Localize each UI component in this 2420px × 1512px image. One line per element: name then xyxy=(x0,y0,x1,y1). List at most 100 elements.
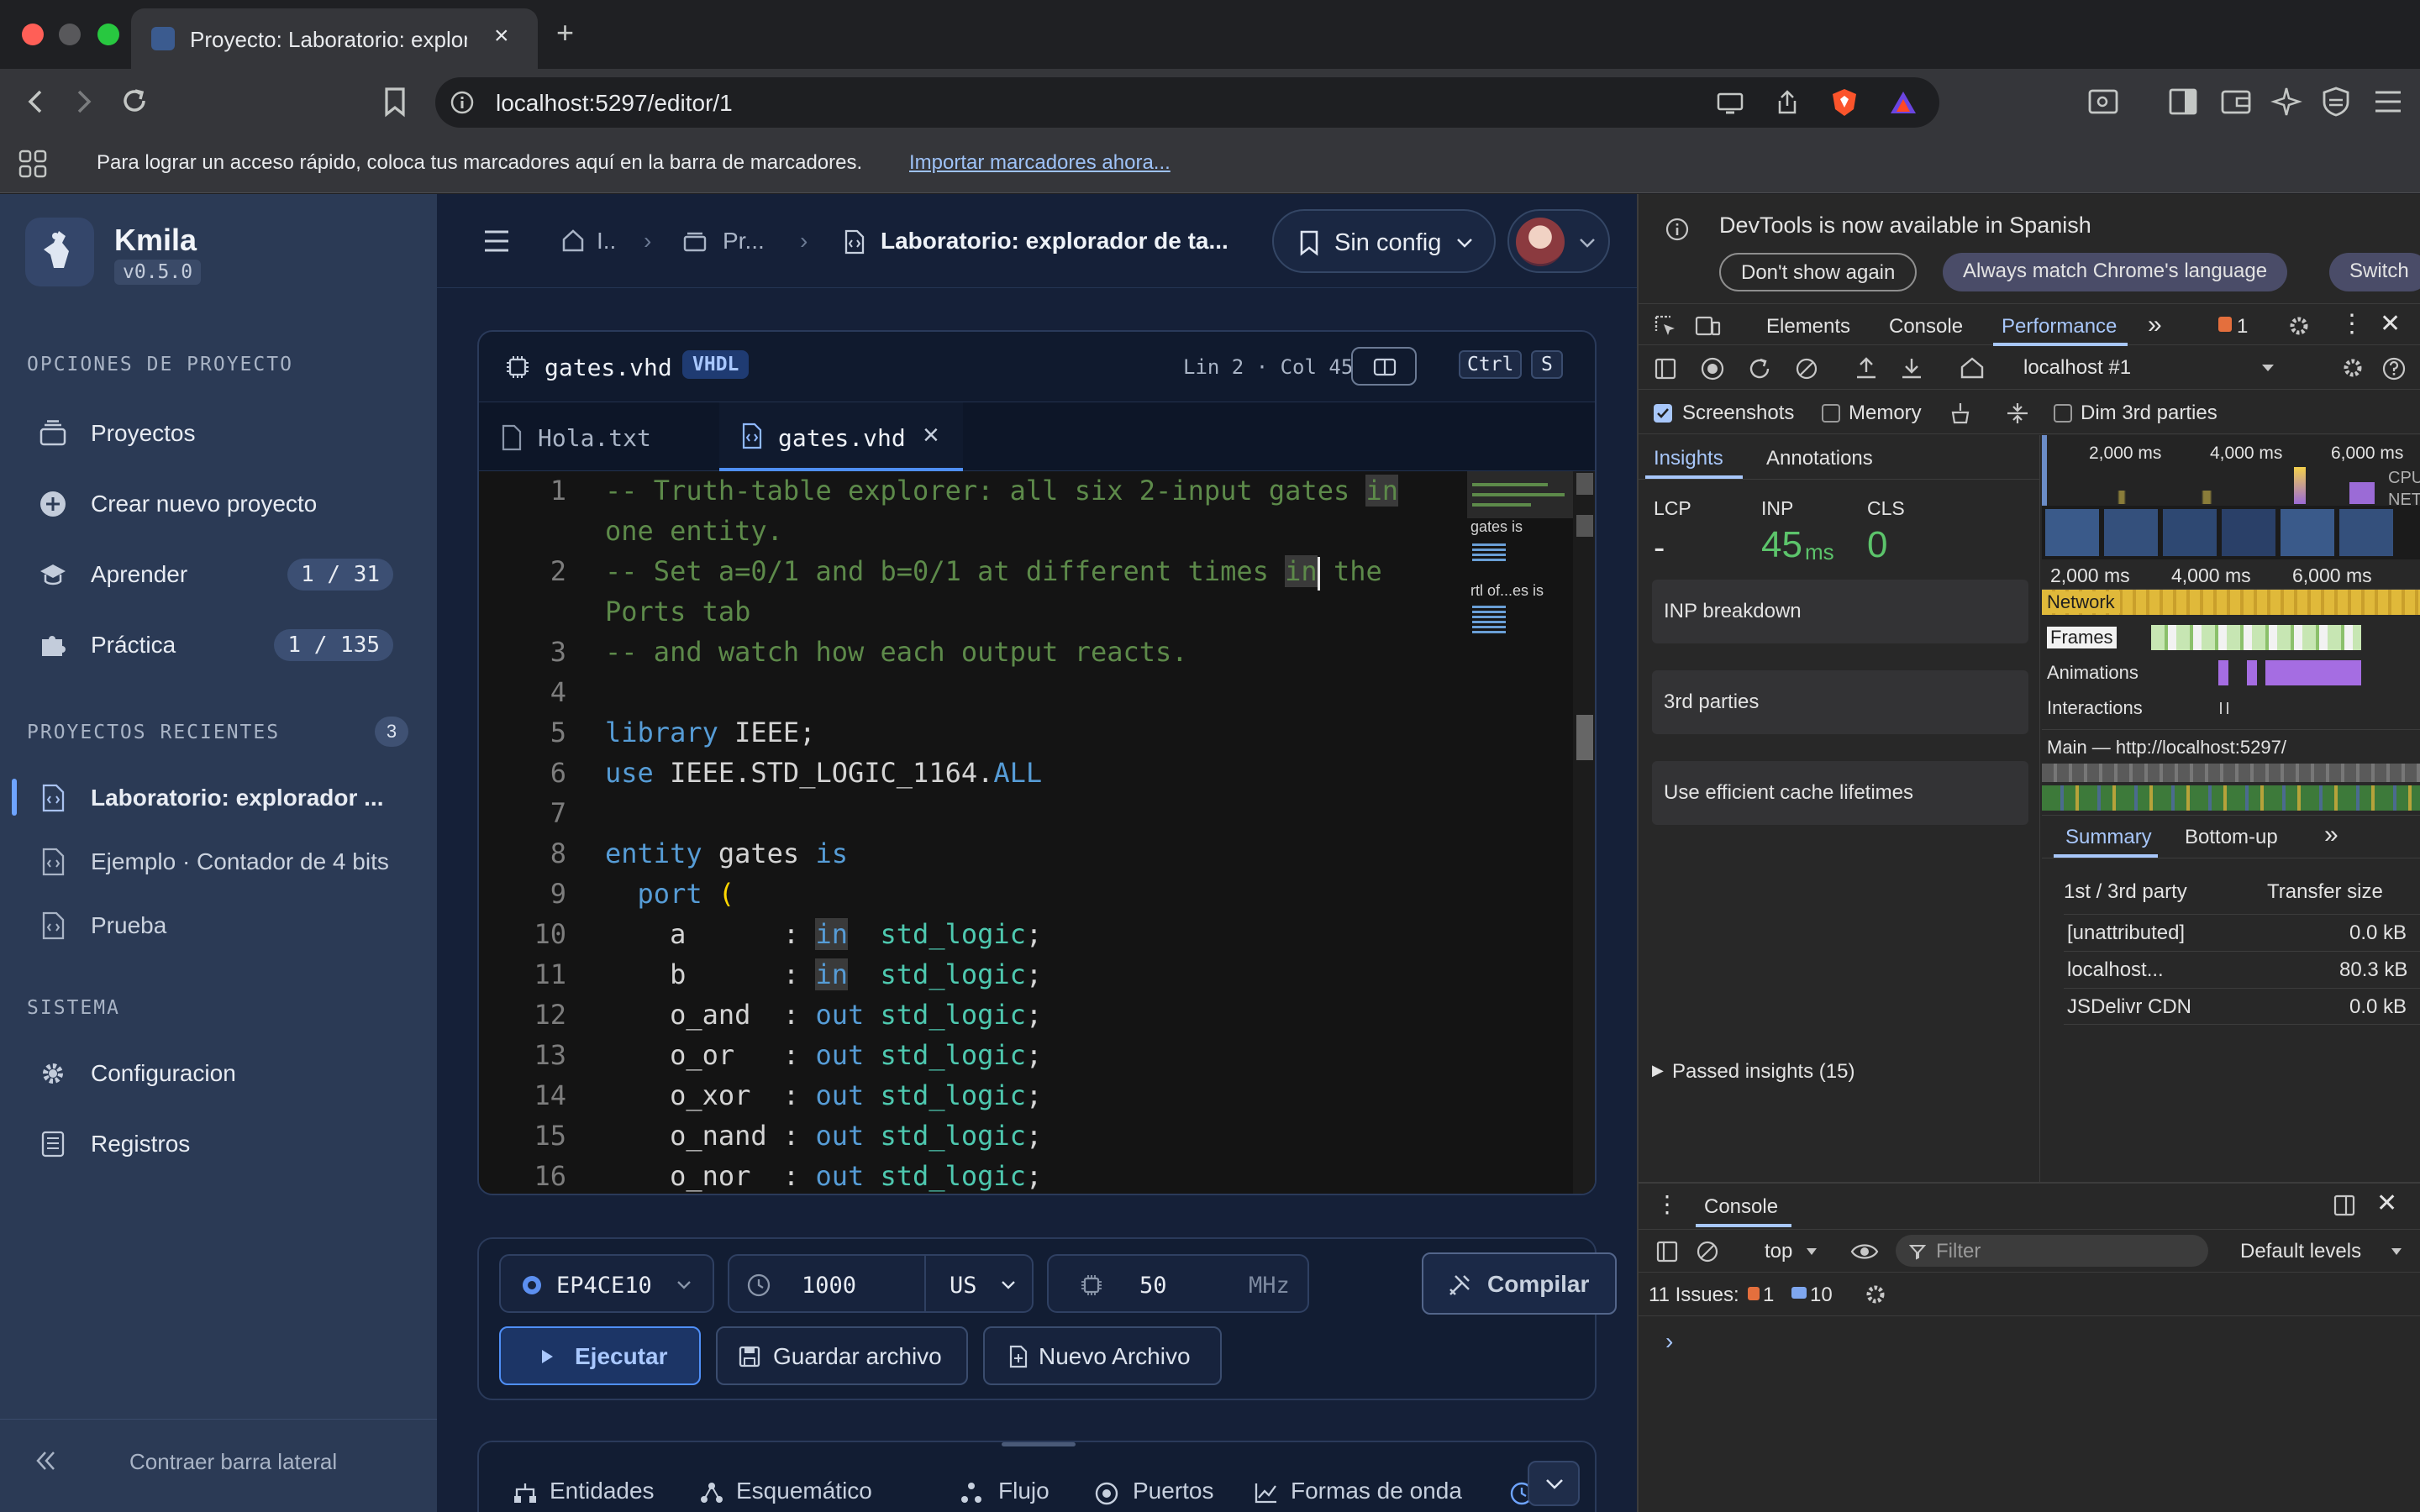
context-select[interactable]: top xyxy=(1765,1240,1792,1263)
tab-entidades[interactable]: Entidades xyxy=(550,1478,655,1504)
cast-icon[interactable] xyxy=(1716,91,1744,116)
clear-console-icon[interactable] xyxy=(1696,1240,1719,1263)
frequency-value[interactable]: 50 xyxy=(1139,1273,1167,1299)
device-select[interactable]: EP4CE10 xyxy=(499,1254,714,1313)
new-tab-button[interactable]: + xyxy=(556,15,574,50)
timeline-area[interactable]: 2,000 ms 4,000 ms 6,000 ms CPU NET 2,000… xyxy=(2042,435,2420,1275)
vpn-icon[interactable] xyxy=(2321,86,2351,118)
address-bar[interactable]: localhost:5297/editor/1 xyxy=(435,77,1939,128)
code-line[interactable]: a : in std_logic; xyxy=(605,918,1042,950)
tab-bottom-up[interactable]: Bottom-up xyxy=(2185,826,2278,849)
settings-gear-icon[interactable] xyxy=(2287,314,2311,338)
tab-flujo[interactable]: Flujo xyxy=(998,1478,1050,1504)
split-view-button[interactable] xyxy=(1351,347,1417,386)
tab-search-icon[interactable] xyxy=(2087,86,2119,118)
site-info-icon[interactable] xyxy=(450,91,474,114)
config-selector[interactable]: Sin config xyxy=(1272,209,1496,273)
upload-icon[interactable] xyxy=(1854,355,1879,381)
tab-annotations[interactable]: Annotations xyxy=(1766,447,1873,470)
dock-icon[interactable] xyxy=(2333,1194,2356,1217)
code-line[interactable]: o_nor : out std_logic; xyxy=(605,1160,1042,1192)
close-tab-icon[interactable]: × xyxy=(923,419,939,452)
code-line[interactable]: -- Truth-table explorer: all six 2-input… xyxy=(605,475,1399,507)
insight-cache-lifetimes[interactable]: Use efficient cache lifetimes xyxy=(1652,761,2028,825)
code-line[interactable]: b : in std_logic; xyxy=(605,958,1042,990)
code-line[interactable]: o_xor : out std_logic; xyxy=(605,1079,1042,1111)
close-drawer-icon[interactable]: ✕ xyxy=(2376,1189,2397,1218)
capture-settings-icon[interactable] xyxy=(2341,356,2365,380)
bookmark-icon[interactable] xyxy=(380,86,410,118)
sidebar-item-aprender[interactable]: Aprender 1 / 31 xyxy=(0,547,437,601)
more-options-icon[interactable]: ⋮ xyxy=(2339,309,2365,339)
new-file-button[interactable]: Nuevo Archivo xyxy=(983,1326,1222,1385)
forward-icon[interactable] xyxy=(69,87,97,116)
more-tabs-icon[interactable]: » xyxy=(2324,821,2338,849)
animations-track[interactable]: Animations xyxy=(2042,659,2420,687)
code-line[interactable]: Ports tab xyxy=(605,596,750,627)
sidebar-panel-icon[interactable] xyxy=(1654,357,1677,381)
code-line[interactable]: -- Set a=0/1 and b=0/1 at different time… xyxy=(605,555,1382,587)
code-line[interactable]: o_nand : out std_logic; xyxy=(605,1120,1042,1152)
recent-project-item[interactable]: Prueba xyxy=(0,898,437,952)
hamburger-icon[interactable] xyxy=(482,229,511,253)
code-line[interactable]: o_or : out std_logic; xyxy=(605,1039,1042,1071)
scrollbar-thumb[interactable] xyxy=(1576,715,1593,760)
leo-ai-icon[interactable] xyxy=(2270,86,2302,118)
memory-checkbox[interactable] xyxy=(1822,404,1840,423)
minimap[interactable]: gates is rtl of...es is xyxy=(1467,471,1580,1194)
switch-language-button[interactable]: Switch xyxy=(2329,253,2420,291)
reload-record-icon[interactable] xyxy=(1748,357,1771,381)
import-bookmarks-link[interactable]: Importar marcadores ahora... xyxy=(909,151,1171,175)
device-toolbar-icon[interactable] xyxy=(1694,314,1721,338)
run-button[interactable]: Ejecutar xyxy=(499,1326,701,1385)
network-track[interactable]: Network xyxy=(2042,590,2420,615)
console-prompt[interactable]: › xyxy=(1665,1328,1673,1355)
sidebar-toggle-icon[interactable] xyxy=(2168,87,2198,116)
frames-track[interactable]: Frames xyxy=(2042,623,2420,652)
more-tabs-icon[interactable]: » xyxy=(2148,311,2162,339)
drawer-menu-icon[interactable]: ⋮ xyxy=(1655,1190,1679,1218)
log-levels-select[interactable]: Default levels xyxy=(2240,1240,2361,1263)
home-icon[interactable] xyxy=(561,228,585,253)
passed-insights[interactable]: Passed insights (15) xyxy=(1672,1060,1854,1084)
table-row[interactable]: [unattributed] 0.0 kB xyxy=(2064,914,2420,951)
console-settings-icon[interactable] xyxy=(1864,1283,1887,1306)
user-menu[interactable] xyxy=(1507,209,1610,273)
tab-summary[interactable]: Summary xyxy=(2065,826,2152,849)
breadcrumb-projects[interactable]: Pr... xyxy=(723,228,765,255)
warning-count[interactable]: 1 xyxy=(1763,1284,1774,1307)
time-unit-select[interactable]: US xyxy=(950,1273,977,1299)
clean-icon[interactable] xyxy=(1948,401,1973,426)
back-icon[interactable] xyxy=(22,87,50,116)
insight-3rd-parties[interactable]: 3rd parties xyxy=(1652,670,2028,734)
resize-handle[interactable] xyxy=(1002,1442,1076,1446)
code-line[interactable]: o_and : out std_logic; xyxy=(605,999,1042,1031)
code-area[interactable]: 1 -- Truth-table explorer: all six 2-inpu… xyxy=(479,471,1595,1194)
match-language-button[interactable]: Always match Chrome's language xyxy=(1943,253,2288,291)
insight-inp-breakdown[interactable]: INP breakdown xyxy=(1652,580,2028,643)
code-line[interactable]: library IEEE; xyxy=(605,717,815,748)
interactions-track[interactable]: Interactions xyxy=(2042,694,2420,722)
compile-button[interactable]: Compilar xyxy=(1422,1252,1617,1315)
time-value[interactable]: 1000 xyxy=(802,1273,856,1299)
download-icon[interactable] xyxy=(1899,355,1924,381)
file-tab-hola[interactable]: Hola.txt xyxy=(479,402,718,471)
share-icon[interactable] xyxy=(1775,89,1800,116)
table-row[interactable]: JSDelivr CDN 0.0 kB xyxy=(2064,988,2420,1025)
code-line[interactable]: -- and watch how each output reacts. xyxy=(605,636,1188,668)
reload-icon[interactable] xyxy=(119,86,150,116)
save-file-button[interactable]: Guardar archivo xyxy=(716,1326,968,1385)
file-tab-gates[interactable]: gates.vhd × xyxy=(719,402,963,471)
code-line[interactable]: port ( xyxy=(605,878,735,910)
range-handle-left[interactable] xyxy=(2042,435,2047,506)
help-icon[interactable] xyxy=(2381,356,2407,381)
scrollbar-track[interactable] xyxy=(1573,471,1595,1194)
home-icon[interactable] xyxy=(1960,355,1985,381)
sidebar-item-registros[interactable]: Registros xyxy=(0,1116,437,1170)
record-icon[interactable] xyxy=(1701,357,1724,381)
brave-rewards-icon[interactable] xyxy=(1889,89,1918,116)
tab-puertos[interactable]: Puertos xyxy=(1133,1478,1214,1504)
tab-insights[interactable]: Insights xyxy=(1654,447,1723,470)
minimize-window-button[interactable] xyxy=(59,24,81,45)
code-line[interactable]: one entity. xyxy=(605,515,783,547)
